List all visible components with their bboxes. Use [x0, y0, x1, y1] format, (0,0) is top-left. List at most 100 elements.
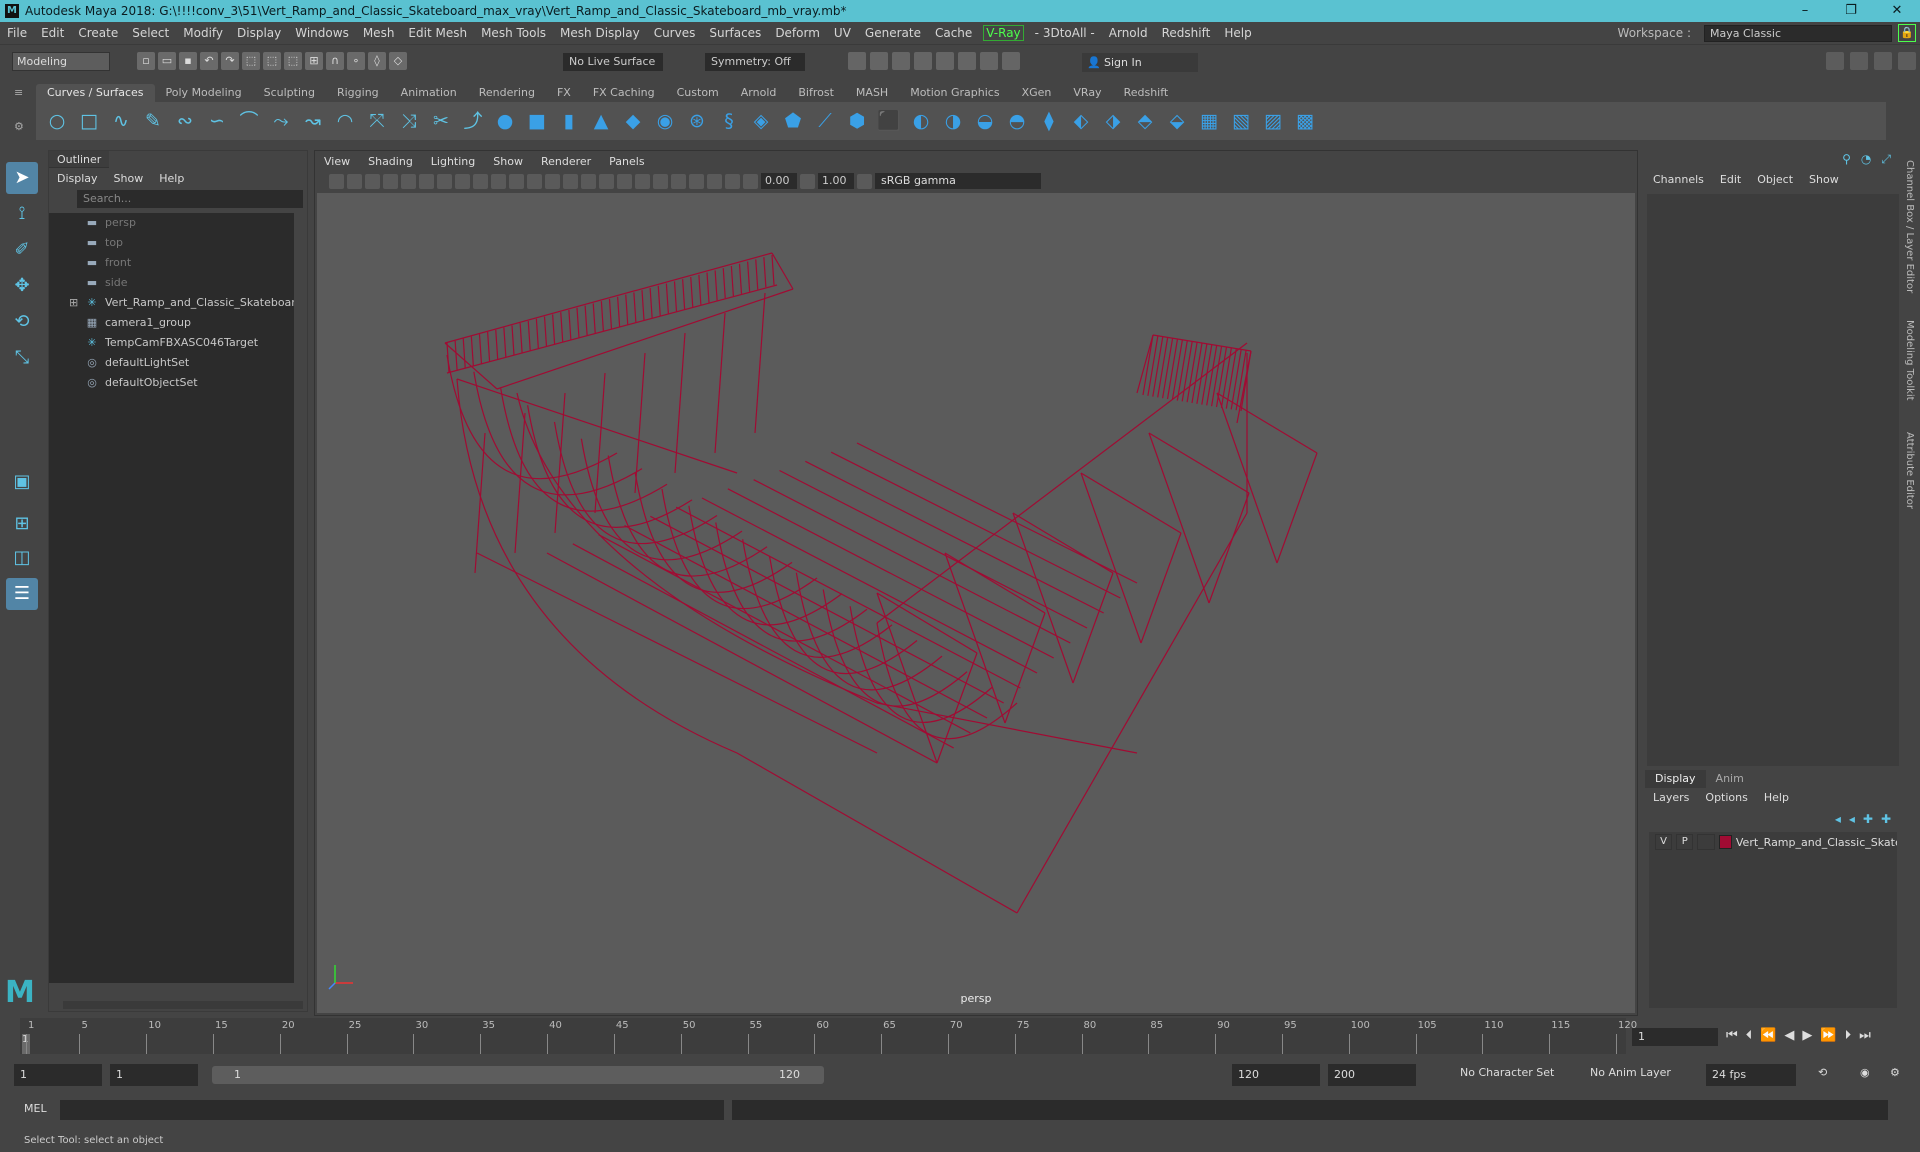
birail-icon[interactable]: ⟋: [812, 108, 838, 134]
viewport-menu-lighting[interactable]: Lighting: [422, 155, 484, 168]
nurbs-circle-icon[interactable]: ○: [44, 108, 70, 134]
step-back-key-icon[interactable]: ⏪: [1760, 1028, 1776, 1043]
textured-icon[interactable]: [563, 173, 578, 189]
arc-icon[interactable]: ⌒: [236, 108, 262, 134]
save-scene-icon[interactable]: ▪: [179, 52, 197, 70]
attribute-editor-icon[interactable]: [1850, 52, 1868, 70]
attach-surface-icon[interactable]: ⬖: [1068, 108, 1094, 134]
nurbs-torus-icon[interactable]: ◉: [652, 108, 678, 134]
viewport-menu-show[interactable]: Show: [484, 155, 532, 168]
project-curve-icon[interactable]: ◒: [972, 108, 998, 134]
nurbs-cone-icon[interactable]: ▲: [588, 108, 614, 134]
outliner-item-vert-ramp[interactable]: ⊞ ✳ Vert_Ramp_and_Classic_Skateboard_r: [49, 293, 294, 313]
shelf-tab-arnold[interactable]: Arnold: [730, 84, 788, 102]
character-set-select[interactable]: No Character Set: [1460, 1062, 1554, 1084]
shelf-tab-redshift[interactable]: Redshift: [1113, 84, 1180, 102]
shelf-tab-fx-caching[interactable]: FX Caching: [582, 84, 666, 102]
gate-mask-icon[interactable]: [455, 173, 470, 189]
tool-settings-icon[interactable]: [1874, 52, 1892, 70]
move-layer-down-icon[interactable]: ◂: [1849, 808, 1855, 830]
gamma-field[interactable]: 1.00: [818, 173, 854, 189]
paint-select-icon[interactable]: ✐: [6, 234, 38, 266]
outliner-item-default-light-set[interactable]: ◎ defaultLightSet: [49, 353, 294, 373]
menu-mesh-display[interactable]: Mesh Display: [553, 26, 647, 40]
outliner-item-front[interactable]: ▬ front: [49, 253, 294, 273]
play-backwards-icon[interactable]: ◀: [1784, 1028, 1794, 1043]
curve-edit-icon[interactable]: ↝: [300, 108, 326, 134]
channel-menu-channels[interactable]: Channels: [1645, 170, 1712, 190]
menu-mesh-tools[interactable]: Mesh Tools: [474, 26, 553, 40]
field-chart-icon[interactable]: [473, 173, 488, 189]
animation-start-field[interactable]: 1: [14, 1064, 102, 1086]
untrim-icon[interactable]: ⧫: [1036, 108, 1062, 134]
lock-icon[interactable]: 🔒: [1898, 24, 1916, 42]
film-gate-icon[interactable]: [419, 173, 434, 189]
trim-icon[interactable]: ◓: [1004, 108, 1030, 134]
close-icon[interactable]: ✕: [1874, 0, 1920, 22]
menu-modify[interactable]: Modify: [176, 26, 230, 40]
smooth-shade-icon[interactable]: [527, 173, 542, 189]
perspective-viewport[interactable]: persp: [317, 193, 1635, 1013]
menu-edit[interactable]: Edit: [34, 26, 71, 40]
time-ruler[interactable]: 1 15101520253035404550556065707580859095…: [20, 1018, 1637, 1054]
outliner-search-input[interactable]: Search...: [77, 190, 303, 208]
menu-display[interactable]: Display: [230, 26, 288, 40]
outliner-menu-show[interactable]: Show: [106, 172, 152, 185]
layer-display-type-toggle[interactable]: [1697, 834, 1715, 850]
rebuild-surface-icon[interactable]: ▨: [1260, 108, 1286, 134]
menu-select[interactable]: Select: [125, 26, 176, 40]
shelf-tab-vray[interactable]: VRay: [1062, 84, 1112, 102]
offset-surface-icon[interactable]: ▧: [1228, 108, 1254, 134]
expand-icon[interactable]: ⊞: [69, 293, 78, 313]
menu-surfaces[interactable]: Surfaces: [702, 26, 768, 40]
layer-row[interactable]: V P Vert_Ramp_and_Classic_Skatel: [1649, 832, 1897, 852]
exposure-field[interactable]: 0.00: [761, 173, 797, 189]
safe-action-icon[interactable]: [491, 173, 506, 189]
step-forward-frame-icon[interactable]: ⏵: [1845, 1028, 1852, 1043]
undo-icon[interactable]: ↶: [200, 52, 218, 70]
menu-vray[interactable]: V-Ray: [983, 25, 1024, 41]
menu-cache[interactable]: Cache: [928, 26, 979, 40]
shelf-tab-sculpting[interactable]: Sculpting: [253, 84, 326, 102]
detach-curve-icon[interactable]: ⤨: [396, 108, 422, 134]
channel-menu-object[interactable]: Object: [1749, 170, 1801, 190]
gamma-icon[interactable]: [800, 173, 815, 189]
viewport-menu-view[interactable]: View: [315, 155, 359, 168]
layer-menu-help[interactable]: Help: [1756, 788, 1797, 808]
extrude-icon[interactable]: ⬟: [780, 108, 806, 134]
outliner-layout-icon[interactable]: ☰: [6, 578, 38, 610]
square-surface-icon[interactable]: ⬛: [876, 108, 902, 134]
outliner-horizontal-scrollbar[interactable]: [63, 1001, 303, 1009]
layer-visibility-toggle[interactable]: V: [1655, 834, 1673, 850]
pause-icon[interactable]: [1002, 52, 1020, 70]
nurbs-sphere-icon[interactable]: ●: [492, 108, 518, 134]
range-bar[interactable]: 1 120: [212, 1066, 824, 1084]
bookmark-icon[interactable]: [365, 173, 380, 189]
shelf-tab-poly-modeling[interactable]: Poly Modeling: [155, 84, 253, 102]
command-input[interactable]: [60, 1100, 724, 1120]
menu-deform[interactable]: Deform: [768, 26, 827, 40]
resolution-gate-icon[interactable]: [437, 173, 452, 189]
render-history-icon[interactable]: [848, 52, 866, 70]
color-management-icon[interactable]: [857, 173, 872, 189]
outliner-menu-help[interactable]: Help: [151, 172, 192, 185]
shelf-gear-icon[interactable]: ⚙: [14, 120, 24, 133]
side-tab-channel-box[interactable]: Channel Box / Layer Editor: [1904, 160, 1915, 293]
shelf-tab-bifrost[interactable]: Bifrost: [787, 84, 845, 102]
planar-icon[interactable]: ◈: [748, 108, 774, 134]
menu-3dtoall[interactable]: - 3DtoAll -: [1028, 26, 1102, 40]
outliner-menu-display[interactable]: Display: [49, 172, 106, 185]
new-scene-icon[interactable]: ▫: [137, 52, 155, 70]
two-view-layout-icon[interactable]: ◫: [6, 542, 38, 574]
menu-curves[interactable]: Curves: [647, 26, 703, 40]
side-tab-attribute-editor[interactable]: Attribute Editor: [1904, 432, 1915, 509]
camera-attributes-icon[interactable]: [347, 173, 362, 189]
select-object-icon[interactable]: ⬚: [263, 52, 281, 70]
outliner-item-side[interactable]: ▬ side: [49, 273, 294, 293]
loop-icon[interactable]: ⟲: [1818, 1062, 1827, 1084]
outliner-item-top[interactable]: ▬ top: [49, 233, 294, 253]
current-frame-field[interactable]: 1: [1632, 1028, 1718, 1046]
intersect-icon[interactable]: ◑: [940, 108, 966, 134]
layer-menu-layers[interactable]: Layers: [1645, 788, 1697, 808]
layer-color-swatch[interactable]: [1718, 835, 1732, 849]
